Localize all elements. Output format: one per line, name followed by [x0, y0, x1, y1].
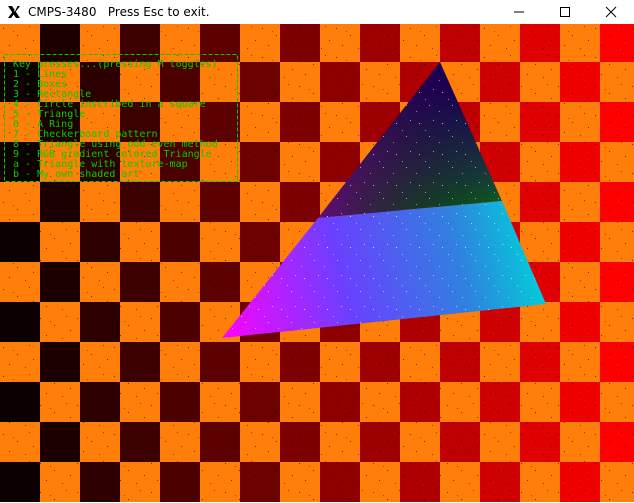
minimize-icon	[514, 11, 524, 13]
key-menu: Key presses...(pressing M toggles) 1 - L…	[4, 54, 238, 182]
close-icon	[605, 6, 617, 18]
minimize-button[interactable]	[496, 0, 542, 24]
window-title: CMPS-3480 Press Esc to exit.	[28, 5, 210, 19]
maximize-button[interactable]	[542, 0, 588, 24]
close-button[interactable]	[588, 0, 634, 24]
maximize-icon	[560, 7, 570, 17]
app-window: CMPS-3480 Press Esc to exit. Key presses…	[0, 0, 634, 503]
title-bar[interactable]: CMPS-3480 Press Esc to exit.	[0, 0, 634, 24]
window-controls	[496, 0, 634, 24]
menu-line: b - My own shaded art	[7, 169, 140, 180]
render-canvas[interactable]: Key presses...(pressing M toggles) 1 - L…	[0, 24, 634, 503]
x-logo-icon	[7, 5, 21, 19]
